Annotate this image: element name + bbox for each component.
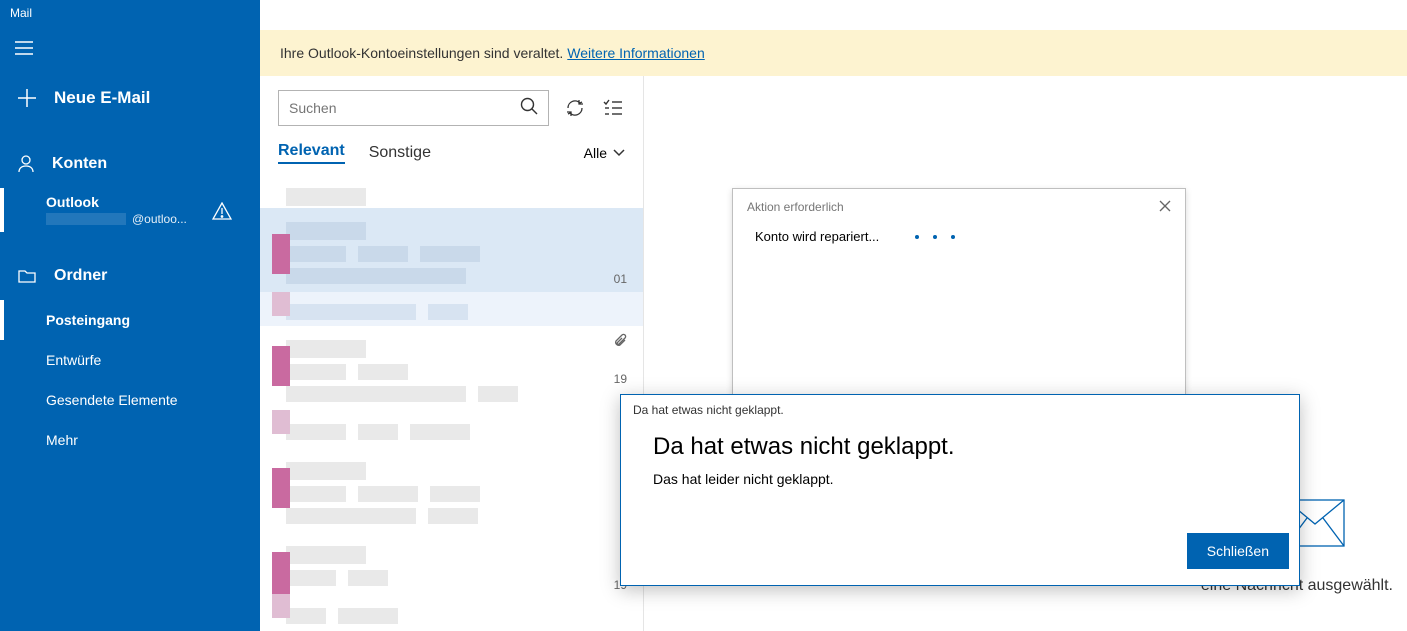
focus-tabs: Relevant Sonstige Alle	[260, 136, 643, 174]
list-item[interactable]	[260, 292, 643, 326]
folder-inbox[interactable]: Posteingang	[0, 300, 260, 340]
list-item[interactable]	[260, 448, 643, 532]
chevron-down-icon	[613, 149, 625, 157]
tab-other[interactable]: Sonstige	[369, 144, 431, 162]
list-item[interactable]	[260, 594, 643, 631]
category-stripe	[272, 346, 290, 386]
filter-dropdown[interactable]: Alle	[584, 145, 625, 161]
modal-error: Da hat etwas nicht geklappt. Da hat etwa…	[620, 394, 1300, 586]
message-list-pane: Relevant Sonstige Alle 01	[260, 30, 644, 631]
modal-error-small-title: Da hat etwas nicht geklappt.	[631, 401, 1289, 431]
list-item[interactable]	[260, 410, 643, 448]
sync-icon	[565, 98, 585, 118]
date-tag: 19	[614, 372, 627, 386]
account-email-suffix: @outloo...	[132, 212, 187, 226]
modal-error-title: Da hat etwas nicht geklappt.	[631, 431, 1289, 471]
modal-repair-title: Aktion erforderlich	[747, 200, 844, 214]
plus-icon	[18, 89, 36, 107]
person-icon	[18, 155, 34, 173]
folders-header[interactable]: Ordner	[0, 252, 260, 300]
active-indicator	[0, 300, 4, 340]
message-list: 01 19	[260, 174, 643, 631]
modal-error-body: Das hat leider nicht geklappt.	[631, 471, 1289, 487]
settings-banner: Ihre Outlook-Kontoeinstellungen sind ver…	[260, 30, 1407, 76]
category-stripe	[272, 468, 290, 508]
date-tag: 01	[614, 272, 627, 286]
app-title: Mail	[0, 0, 260, 28]
warning-icon	[212, 202, 232, 225]
filter-label: Alle	[584, 145, 607, 161]
list-item[interactable]: 01	[260, 208, 643, 292]
category-stripe	[272, 234, 290, 274]
folder-icon	[18, 269, 36, 283]
close-icon	[1159, 200, 1171, 212]
account-outlook[interactable]: Outlook @outloo...	[0, 188, 260, 232]
category-stripe	[272, 410, 290, 434]
accounts-label: Konten	[52, 155, 107, 173]
list-item[interactable]	[260, 174, 643, 208]
folder-more[interactable]: Mehr	[0, 420, 260, 460]
active-indicator	[0, 188, 4, 232]
list-item[interactable]: 19	[260, 326, 643, 410]
banner-text: Ihre Outlook-Kontoeinstellungen sind ver…	[280, 45, 563, 61]
folder-drafts-label: Entwürfe	[46, 352, 101, 368]
folder-drafts[interactable]: Entwürfe	[0, 340, 260, 380]
folder-inbox-label: Posteingang	[46, 312, 130, 328]
checklist-icon	[603, 99, 623, 117]
close-button[interactable]	[1159, 199, 1171, 215]
category-stripe	[272, 292, 290, 316]
folders-label: Ordner	[54, 267, 107, 285]
banner-link[interactable]: Weitere Informationen	[567, 45, 704, 61]
sync-button[interactable]	[563, 96, 587, 120]
attachment-icon	[613, 332, 627, 353]
new-mail-label: Neue E-Mail	[54, 88, 150, 108]
search-input[interactable]	[289, 100, 520, 116]
new-mail-button[interactable]: Neue E-Mail	[0, 74, 260, 122]
list-item[interactable]: 19	[260, 532, 643, 594]
modal-repair-status: Konto wird repariert...	[755, 229, 879, 244]
hamburger-icon	[15, 41, 33, 55]
selection-mode-button[interactable]	[601, 96, 625, 120]
progress-dots-icon	[915, 235, 955, 239]
folder-sent-label: Gesendete Elemente	[46, 392, 178, 408]
category-stripe	[272, 552, 290, 596]
search-box[interactable]	[278, 90, 549, 126]
redacted-block	[46, 213, 126, 225]
close-button[interactable]: Schließen	[1187, 533, 1289, 569]
accounts-header[interactable]: Konten	[0, 140, 260, 188]
hamburger-button[interactable]	[0, 28, 48, 68]
tab-relevant[interactable]: Relevant	[278, 142, 345, 164]
folder-sent[interactable]: Gesendete Elemente	[0, 380, 260, 420]
category-stripe	[272, 594, 290, 618]
search-icon[interactable]	[520, 97, 538, 120]
folder-more-label: Mehr	[46, 432, 78, 448]
sidebar: Mail Neue E-Mail Konten Outlook	[0, 0, 260, 631]
